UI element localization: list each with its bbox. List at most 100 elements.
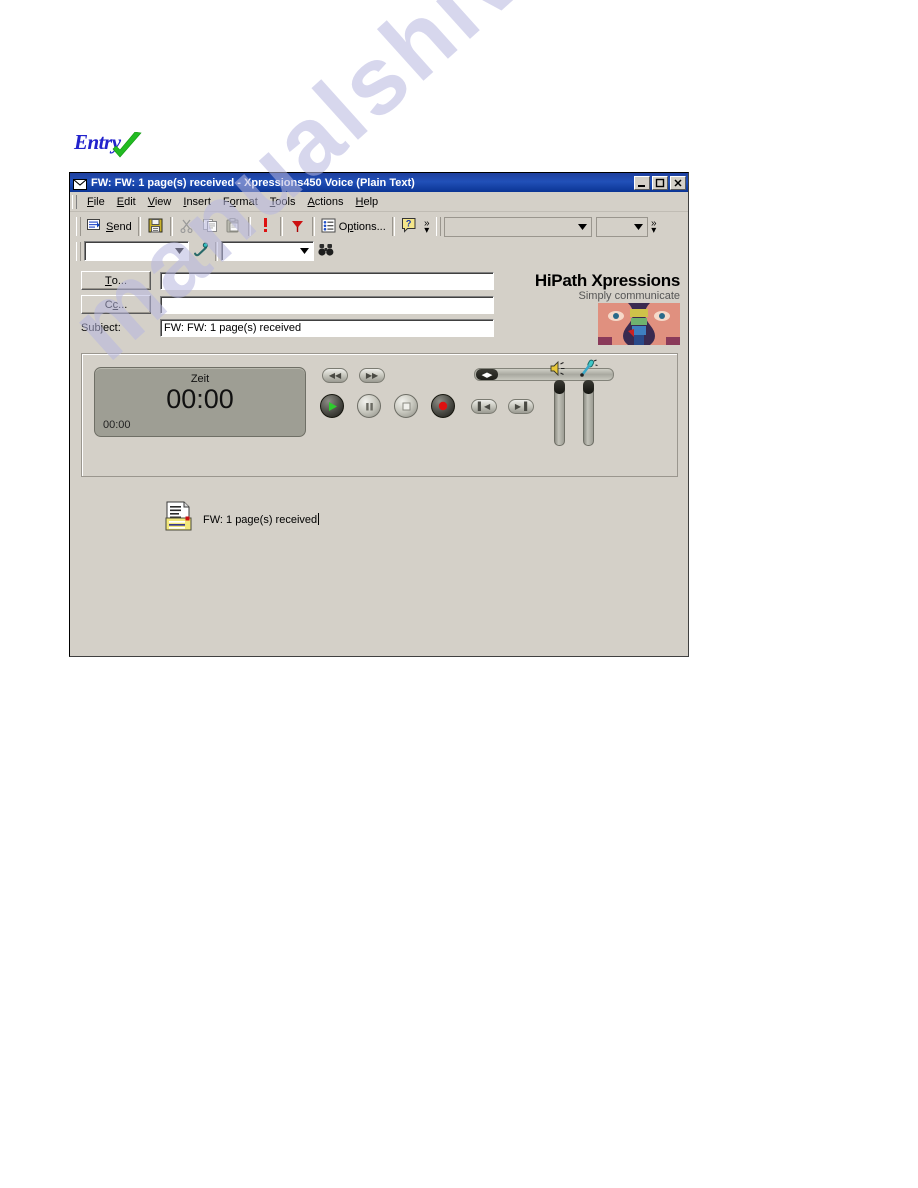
rewind-icon: ◀◀	[328, 370, 342, 380]
green-check-icon	[111, 131, 145, 167]
play-icon	[328, 401, 337, 411]
flag-button[interactable]	[286, 216, 309, 238]
speaker-volume-thumb[interactable]	[554, 380, 565, 394]
toolbar-separator-7	[215, 241, 218, 261]
toolbar-separator-4	[279, 217, 283, 236]
subject-label: Subject:	[81, 322, 121, 334]
menu-item-view[interactable]: View	[142, 195, 178, 209]
player-display: Zeit 00:00 00:00	[94, 367, 306, 437]
red-exclamation-icon	[262, 217, 269, 236]
toolbars: Send Options... ? » ▾ » ▾	[70, 212, 688, 265]
player-display-position: 00:00	[103, 419, 131, 431]
options-button[interactable]: Options...	[318, 216, 389, 238]
chevron-down-icon	[172, 243, 187, 259]
subject-input[interactable]: FW: FW: 1 page(s) received	[160, 319, 494, 337]
send-envelope-icon	[87, 218, 103, 235]
hipath-faces-graphic	[598, 303, 680, 345]
menu-item-file[interactable]: FFileile	[81, 195, 111, 209]
pause-button[interactable]	[357, 394, 381, 418]
find-button[interactable]	[314, 240, 337, 262]
brand-subtitle: Simply communicate	[578, 290, 680, 302]
toolbar-grip-standard[interactable]	[76, 217, 81, 236]
close-button[interactable]	[670, 175, 686, 190]
chevron-down-icon	[631, 219, 646, 235]
compose-window: FW: FW: 1 page(s) received - Xpressions4…	[69, 172, 689, 657]
mic-volume-slider[interactable]	[583, 380, 594, 446]
menu-item-format[interactable]: Format	[217, 195, 264, 209]
to-input[interactable]	[160, 271, 494, 290]
microphone-icon	[579, 359, 598, 382]
attachment-label: FW: 1 page(s) received	[203, 512, 320, 526]
font-name-combo[interactable]	[443, 216, 592, 237]
paste-clipboard-icon	[226, 217, 241, 236]
save-button[interactable]	[143, 215, 167, 238]
voice-device-combo[interactable]	[84, 241, 189, 261]
copy-button[interactable]	[199, 216, 222, 238]
binoculars-icon	[317, 243, 334, 260]
options-button-label: Options...	[338, 220, 386, 233]
help-button[interactable]: ?	[398, 216, 421, 238]
cc-input[interactable]	[160, 295, 494, 314]
menu-item-insert[interactable]: Insert	[177, 195, 217, 209]
fast-forward-button[interactable]: ▶▶	[359, 368, 385, 383]
message-header: To... Cc... Subject: FW: FW: 1 page(s) r…	[70, 265, 688, 351]
directory-combo[interactable]	[221, 241, 314, 261]
window-title: FW: FW: 1 page(s) received - Xpressions4…	[91, 176, 415, 189]
go-to-start-button[interactable]: ▌◀	[471, 399, 497, 414]
mic-volume-thumb[interactable]	[583, 380, 594, 394]
red-flag-icon	[290, 218, 305, 236]
cut-button[interactable]	[176, 216, 199, 238]
player-display-time: 00:00	[166, 384, 234, 414]
to-button[interactable]: To...	[81, 271, 151, 290]
record-button[interactable]	[431, 394, 455, 418]
menubar: FFileile Edit View Insert Format Tools A…	[70, 192, 688, 212]
attachment-item[interactable]: FW: 1 page(s) received	[165, 501, 320, 537]
menu-item-tools[interactable]: Tools	[264, 195, 302, 209]
fast-forward-icon: ▶▶	[365, 370, 379, 380]
seek-slider-thumb[interactable]: ◀▶	[476, 369, 498, 380]
copy-icon	[202, 218, 218, 236]
toolbar-overflow-standard[interactable]: » ▾	[421, 218, 433, 235]
maximize-button[interactable]	[652, 175, 668, 190]
message-body[interactable]: FW: 1 page(s) received	[81, 481, 678, 627]
floppy-save-icon	[148, 218, 163, 236]
menu-item-edit[interactable]: Edit	[111, 195, 142, 209]
speaker-icon	[550, 360, 569, 382]
toolbar-grip-xpressions[interactable]	[76, 241, 81, 261]
menubar-grip[interactable]	[72, 194, 77, 209]
font-size-combo[interactable]	[595, 216, 648, 237]
play-button[interactable]	[320, 394, 344, 418]
paste-button[interactable]	[222, 216, 245, 238]
minimize-button[interactable]	[634, 175, 650, 190]
question-mark-icon: ?	[401, 217, 417, 236]
menu-item-actions[interactable]: Actions	[301, 195, 349, 209]
window-titlebar[interactable]: FW: FW: 1 page(s) received - Xpressions4…	[70, 173, 688, 192]
speaker-volume-slider[interactable]	[554, 380, 565, 446]
menu-item-help[interactable]: Help	[350, 195, 385, 209]
xpressions-toolbar	[70, 239, 688, 263]
fax-document-attachment-icon	[165, 501, 196, 537]
toolbar-separator-5	[311, 217, 315, 236]
dial-button[interactable]	[189, 240, 212, 262]
skip-to-end-icon: ▶▐	[514, 401, 528, 411]
send-button[interactable]: Send	[84, 216, 135, 238]
record-icon	[438, 401, 448, 411]
cc-button[interactable]: Cc...	[81, 295, 151, 314]
stop-icon	[402, 402, 410, 410]
svg-text:?: ?	[406, 218, 412, 228]
importance-high-button[interactable]	[254, 216, 277, 238]
toolbar-overflow-format[interactable]: » ▾	[648, 218, 660, 235]
send-button-label: Send	[106, 220, 132, 233]
go-to-end-button[interactable]: ▶▐	[508, 399, 534, 414]
entry-logo: Entry	[74, 130, 154, 164]
toolbar-separator-6	[391, 217, 395, 236]
toolbar-grip-format[interactable]	[435, 217, 441, 236]
toolbar-separator-1	[137, 217, 141, 236]
options-list-icon	[321, 218, 336, 236]
toolbar-separator-2	[169, 217, 173, 236]
stop-button[interactable]	[394, 394, 418, 418]
scissors-icon	[180, 218, 194, 236]
text-caret	[318, 512, 320, 525]
rewind-button[interactable]: ◀◀	[322, 368, 348, 383]
pause-icon	[365, 402, 373, 410]
